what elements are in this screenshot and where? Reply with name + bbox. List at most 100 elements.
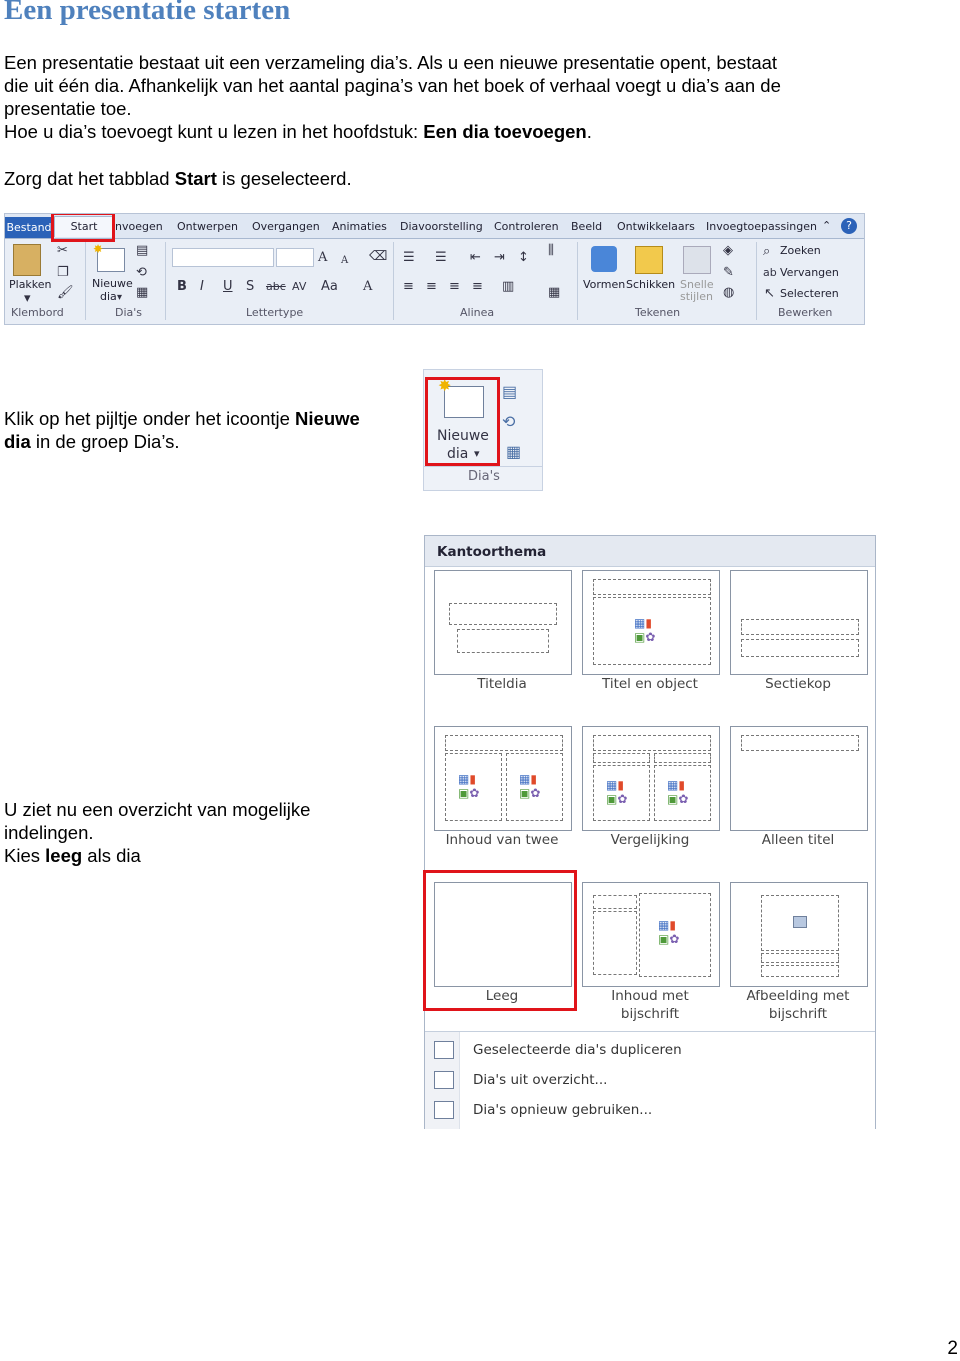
instruction-text: als dia (82, 845, 141, 866)
shapes-button[interactable]: Vormen (583, 279, 625, 291)
group-separator (577, 242, 578, 320)
layout-titel-en-object[interactable]: ▦▮ ▣✿ (582, 570, 720, 675)
dropdown-arrow-icon[interactable]: ▾ (24, 292, 31, 305)
bullets-icon[interactable]: ☰ (403, 251, 415, 264)
menu-reuse-slides[interactable]: Dia's opnieuw gebruiken... (473, 1102, 652, 1118)
reset-icon[interactable]: ⟲ (136, 266, 147, 279)
align-left-icon[interactable]: ≡ (403, 280, 414, 293)
content-icons: ▦▮ ▣✿ (634, 616, 656, 644)
shadow-icon[interactable]: S (246, 280, 254, 293)
menu-duplicate-slides[interactable]: Geselecteerde dia's dupliceren (473, 1042, 682, 1058)
group-tekenen: Tekenen (635, 306, 681, 319)
shape-outline-icon[interactable]: ✎ (723, 266, 734, 279)
highlight-new-slide (425, 377, 500, 466)
tab-beeld[interactable]: Beeld (571, 220, 602, 233)
instruction-start-tab: Zorg dat het tabblad Start is geselectee… (4, 167, 352, 190)
section-icon[interactable]: ▦ (506, 442, 521, 462)
content-placeholder: ▦▮ ▣✿ (445, 753, 502, 821)
char-spacing-icon[interactable]: AV (292, 280, 306, 293)
align-center-icon[interactable]: ≡ (426, 280, 437, 293)
tab-ontwikkelaars[interactable]: Ontwikkelaars (617, 220, 695, 233)
layout-icon[interactable]: ▤ (136, 244, 148, 257)
replace-icon[interactable]: ab (763, 266, 777, 279)
line-spacing-icon[interactable]: ↕ (518, 251, 529, 264)
instruction-text: Klik op het pijltje onder het icoontje (4, 408, 296, 429)
find-button[interactable]: Zoeken (780, 245, 821, 257)
italic-icon[interactable]: I (200, 280, 204, 293)
text-direction-icon[interactable]: ⫼ (548, 244, 554, 257)
layout-label: Sectiekop (765, 676, 831, 692)
layout-sectiekop[interactable] (730, 570, 868, 675)
align-right-icon[interactable]: ≡ (449, 280, 460, 293)
title-placeholder (741, 619, 859, 635)
layout-afbeelding-met-bijschrift[interactable] (730, 882, 868, 987)
heading-placeholder (593, 753, 650, 763)
duplicate-slides-icon (434, 1041, 454, 1059)
layout-inhoud-van-twee[interactable]: ▦▮ ▣✿ ▦▮ ▣✿ (434, 726, 572, 831)
clear-format-icon[interactable]: ⌫ (369, 250, 387, 263)
tab-controleren[interactable]: Controleren (494, 220, 559, 233)
section-icon[interactable]: ▦ (136, 286, 148, 299)
intro-line-4: Hoe u dia’s toevoegt kunt u lezen in het… (4, 120, 592, 143)
change-case-icon[interactable]: Aa (321, 280, 338, 293)
font-color-icon[interactable]: A (363, 280, 372, 293)
shapes-icon[interactable] (591, 246, 617, 272)
reset-icon[interactable]: ⟲ (502, 412, 515, 432)
layout-label-multiline: Afbeelding met bijschrift (723, 987, 873, 1023)
quick-styles-icon[interactable] (683, 246, 711, 274)
format-painter-icon[interactable]: 🖌 (57, 286, 74, 299)
arrange-icon[interactable] (635, 246, 663, 274)
new-slide-label[interactable]: Nieuwe (92, 278, 133, 290)
underline-icon[interactable]: U (223, 280, 233, 293)
tab-invoegen[interactable]: nvoegen (115, 220, 163, 233)
paste-button[interactable]: Plakken (9, 279, 52, 291)
layout-icon[interactable]: ▤ (502, 382, 517, 402)
layout-inhoud-met-bijschrift[interactable]: ▦▮ ▣✿ (582, 882, 720, 987)
tab-diavoorstelling[interactable]: Diavoorstelling (400, 220, 483, 233)
title-placeholder (593, 579, 711, 595)
font-size-field[interactable] (276, 248, 314, 267)
tab-overgangen[interactable]: Overgangen (252, 220, 320, 233)
tab-invoegtoepassingen[interactable]: Invoegtoepassingen (706, 220, 817, 233)
tab-ontwerpen[interactable]: Ontwerpen (177, 220, 238, 233)
replace-button[interactable]: Vervangen (780, 267, 839, 279)
shape-fill-icon[interactable]: ◈ (723, 244, 733, 257)
group-alinea: Alinea (460, 306, 495, 319)
cut-icon[interactable]: ✂ (57, 244, 68, 257)
font-name-field[interactable] (172, 248, 274, 267)
find-icon[interactable]: ⌕ (763, 245, 770, 258)
outdent-icon[interactable]: ⇥ (494, 251, 505, 264)
slides-from-outline-icon (434, 1071, 454, 1089)
group-klembord: Klembord (11, 306, 64, 319)
numbering-icon[interactable]: ☰ (435, 251, 447, 264)
bold-icon[interactable]: B (177, 280, 187, 293)
select-icon[interactable]: ↖ (764, 287, 775, 300)
arrange-button[interactable]: Schikken (626, 279, 675, 291)
select-button[interactable]: Selecteren (780, 288, 839, 300)
indent-icon[interactable]: ⇤ (470, 251, 481, 264)
help-icon[interactable]: ? (841, 218, 857, 234)
content-icons: ▦▮ ▣✿ (458, 772, 480, 800)
paste-icon[interactable] (13, 244, 41, 276)
collapse-ribbon-icon[interactable]: ⌃ (822, 219, 831, 232)
shape-effects-icon[interactable]: ◍ (723, 286, 734, 299)
layout-titeldia[interactable] (434, 570, 572, 675)
strikethrough-icon[interactable]: abc (266, 280, 286, 293)
grow-font-icon[interactable]: A (318, 251, 327, 264)
shrink-font-icon[interactable]: A (341, 254, 348, 267)
tab-bestand[interactable]: Bestand (5, 217, 53, 238)
layout-label: Inhoud met bijschrift (611, 988, 689, 1022)
quick-styles-label-2[interactable]: stijlen (680, 291, 713, 303)
menu-slides-from-outline[interactable]: Dia's uit overzicht... (473, 1072, 607, 1088)
new-slide-label-2[interactable]: dia (100, 291, 117, 303)
layout-alleen-titel[interactable] (730, 726, 868, 831)
new-slide-name-2: dia (4, 431, 31, 452)
copy-icon[interactable]: ❐ (57, 266, 69, 279)
columns-icon[interactable]: ▥ (502, 280, 514, 293)
new-slide-dropdown-icon[interactable]: ▾ (117, 291, 122, 304)
justify-icon[interactable]: ≡ (472, 280, 483, 293)
layout-vergelijking[interactable]: ▦▮ ▣✿ ▦▮ ▣✿ (582, 726, 720, 831)
tab-animaties[interactable]: Animaties (332, 220, 387, 233)
chapter-reference: Een dia toevoegen (423, 121, 587, 142)
smartart-icon[interactable]: ▦ (548, 286, 560, 299)
